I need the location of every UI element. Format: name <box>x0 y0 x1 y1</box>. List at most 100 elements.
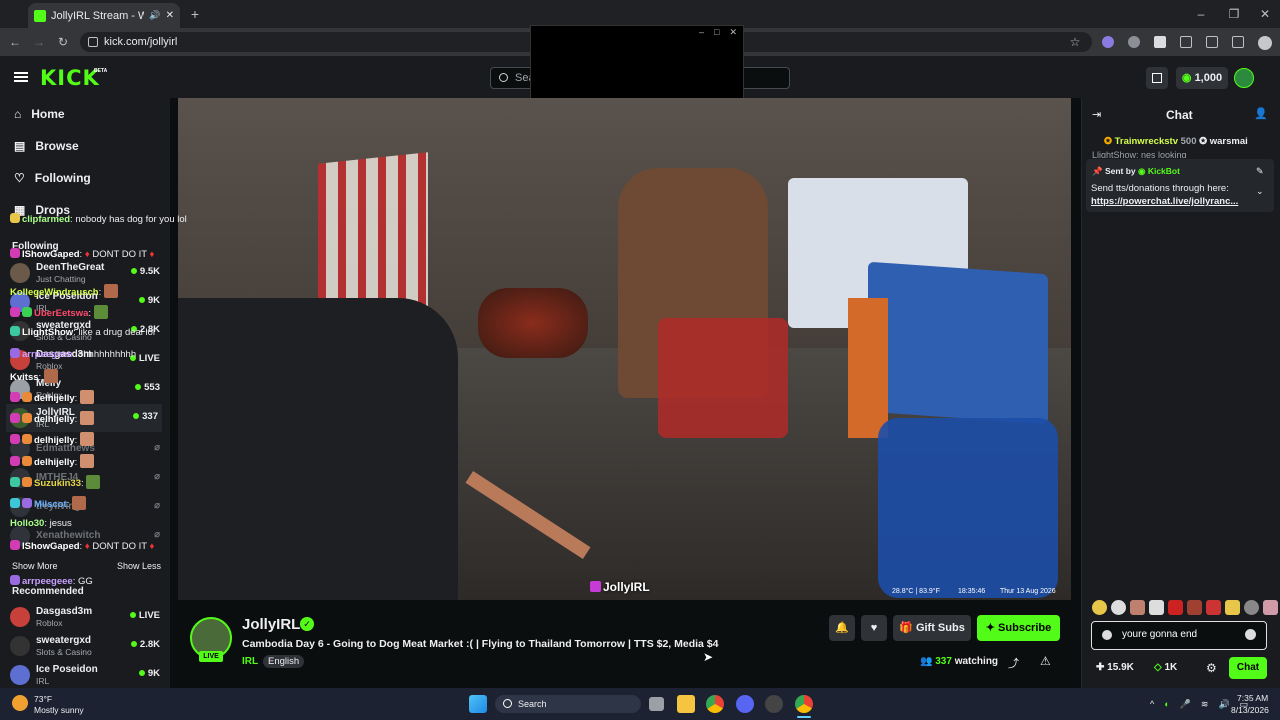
chat-username[interactable]: IShowGaped <box>22 249 80 260</box>
share-icon[interactable]: ⤴ <box>1008 655 1019 671</box>
emote-icon[interactable] <box>1263 600 1278 615</box>
window-minimize-icon[interactable]: – <box>1192 4 1210 24</box>
recommended-channel[interactable]: sweatergxd Slots & Casino 2.8K <box>10 632 160 660</box>
report-icon[interactable]: ⚠ <box>1040 654 1051 668</box>
nav-following[interactable]: ♡ Following <box>14 171 91 185</box>
taskbar-search[interactable]: Search <box>495 695 641 713</box>
chat-username[interactable]: Kvitss <box>10 372 39 383</box>
followed-channel[interactable]: DeenTheGreat Just Chatting 9.5K <box>10 259 160 287</box>
expand-pinned-icon[interactable]: ⌄ <box>1256 186 1264 197</box>
chat-username[interactable]: clipfarmed <box>22 214 70 225</box>
send-chat-button[interactable]: Chat <box>1229 657 1267 679</box>
notification-bell-button[interactable]: 🔔 <box>829 615 855 641</box>
nav-label: Following <box>34 171 91 185</box>
chat-username[interactable]: LlightShow <box>22 327 73 338</box>
task-view-icon[interactable] <box>649 697 664 711</box>
recommended-channel[interactable]: Ice Poseidon IRL 9K <box>10 661 160 689</box>
site-info-icon[interactable] <box>88 37 98 47</box>
kick-logo[interactable]: KICK <box>40 66 100 90</box>
emote-icon[interactable] <box>1111 600 1126 615</box>
studio-icon[interactable] <box>1146 67 1168 89</box>
browser-tab[interactable]: JollyIRL Stream - Watch Liv 🔊 ✕ <box>28 3 180 28</box>
gifter-name[interactable]: Trainwreckstv <box>1115 136 1178 147</box>
new-tab-button[interactable]: + <box>186 4 204 24</box>
hamburger-menu-icon[interactable] <box>14 72 28 82</box>
chat-username[interactable]: arrpeegeee <box>22 349 73 360</box>
weather-icon[interactable] <box>12 695 28 711</box>
browser-menu-icon[interactable]: ⋮ <box>1258 32 1276 52</box>
volume-icon[interactable]: 🔊 <box>1218 699 1229 710</box>
emote-icon[interactable] <box>1092 600 1107 615</box>
kick-coins-button[interactable]: ◉ 1,000 <box>1176 67 1228 89</box>
chat-username[interactable]: delhijelly <box>34 457 75 468</box>
overlay-time: 18:35:46 <box>958 588 986 595</box>
chat-username[interactable]: UberEetswa <box>34 308 88 319</box>
gift-subs-button[interactable]: 🎁 Gift Subs <box>893 615 971 641</box>
start-icon[interactable] <box>469 695 487 713</box>
collapse-chat-icon[interactable]: ⇥ <box>1092 108 1101 121</box>
category-tag[interactable]: IRL <box>242 656 258 667</box>
nav-home[interactable]: ⌂ Home <box>14 107 65 121</box>
wifi-icon[interactable]: ≋ <box>1201 699 1209 710</box>
chat-username[interactable]: Milscot <box>34 499 67 510</box>
tab-close-icon[interactable]: ✕ <box>166 10 174 21</box>
subscribe-button[interactable]: ✦ Subscribe <box>977 615 1060 641</box>
chat-username[interactable]: Hollo30 <box>10 518 44 529</box>
emote-icon[interactable] <box>1149 600 1164 615</box>
user-avatar[interactable] <box>1234 68 1254 88</box>
chat-title: Chat <box>1166 108 1193 122</box>
back-icon[interactable]: ← <box>6 32 24 52</box>
window-close-icon[interactable]: ✕ <box>1256 4 1274 24</box>
emote-icon[interactable] <box>1225 600 1240 615</box>
chat-username[interactable]: Suzukin33 <box>34 478 81 489</box>
popup-maximize-icon[interactable]: □ <box>714 27 719 38</box>
chat-username[interactable]: delhijelly <box>34 435 75 446</box>
language-tag[interactable]: English <box>263 655 305 668</box>
tray-chevron-icon[interactable]: ^ <box>1150 699 1154 710</box>
nav-browse[interactable]: ▤ Browse <box>14 139 79 153</box>
microphone-icon[interactable]: 🎤 <box>1180 699 1191 710</box>
emote-icon[interactable] <box>1244 600 1259 615</box>
chat-username[interactable]: delhijelly <box>34 393 75 404</box>
recommended-channel[interactable]: Dasgasd3m Roblox LIVE <box>10 603 160 631</box>
chat-users-icon[interactable]: 👤 <box>1254 107 1268 120</box>
pinned-link[interactable]: https://powerchat.live/jollyranc... <box>1091 196 1238 207</box>
clock-time[interactable]: 7:35 AM <box>1237 693 1268 703</box>
discord-icon[interactable] <box>736 695 754 713</box>
emote-icon[interactable] <box>1168 600 1183 615</box>
popup-close-icon[interactable]: ✕ <box>729 27 737 38</box>
chat-settings-icon[interactable]: ⚙ <box>1206 661 1217 675</box>
obs-icon[interactable] <box>765 695 783 713</box>
coins-count: 1,000 <box>1194 72 1223 84</box>
emote-icon[interactable] <box>1130 600 1145 615</box>
chat-username[interactable]: delhijelly <box>34 414 75 425</box>
unpin-icon[interactable]: ✎ <box>1256 166 1264 177</box>
clock-date[interactable]: 8/13/2026 <box>1231 705 1269 715</box>
chat-username[interactable]: arrpeegeee <box>22 576 73 587</box>
extensions-icons[interactable] <box>1102 36 1272 50</box>
chat-input-text[interactable]: youre gonna end <box>1122 629 1197 640</box>
window-restore-icon[interactable]: ❐ <box>1225 4 1243 24</box>
show-more-button[interactable]: Show More <box>12 561 58 571</box>
chat-username[interactable]: KollegeWindrausch <box>10 287 99 298</box>
file-explorer-icon[interactable] <box>677 695 695 713</box>
chrome-active-icon[interactable] <box>795 695 813 713</box>
chat-username[interactable]: IShowGaped <box>22 541 80 552</box>
show-less-button[interactable]: Show Less <box>117 561 161 571</box>
popup-minimize-icon[interactable]: – <box>699 27 704 38</box>
emote-icon[interactable] <box>1187 600 1202 615</box>
video-player[interactable]: JollyIRL 28.8°C | 83.9°F 18:35:46 Thur 1… <box>178 98 1071 600</box>
emote-icon[interactable] <box>1206 600 1221 615</box>
forward-icon[interactable]: → <box>30 32 48 52</box>
reload-icon[interactable]: ↻ <box>54 32 72 52</box>
bookmark-star-icon[interactable]: ☆ <box>1066 32 1084 52</box>
emote-bar[interactable] <box>1092 600 1278 615</box>
channel-name[interactable]: JollyIRL <box>242 616 300 633</box>
follow-heart-button[interactable]: ♥ <box>861 615 887 641</box>
emoji-picker-icon[interactable] <box>1245 629 1256 640</box>
gifter-name[interactable]: warsmai <box>1210 136 1248 147</box>
tray-app-icon[interactable]: ◐ <box>1164 699 1169 710</box>
chrome-icon[interactable] <box>706 695 724 713</box>
channel-category: Slots & Casino <box>36 647 92 657</box>
weather-temp: 73°F <box>34 694 53 704</box>
